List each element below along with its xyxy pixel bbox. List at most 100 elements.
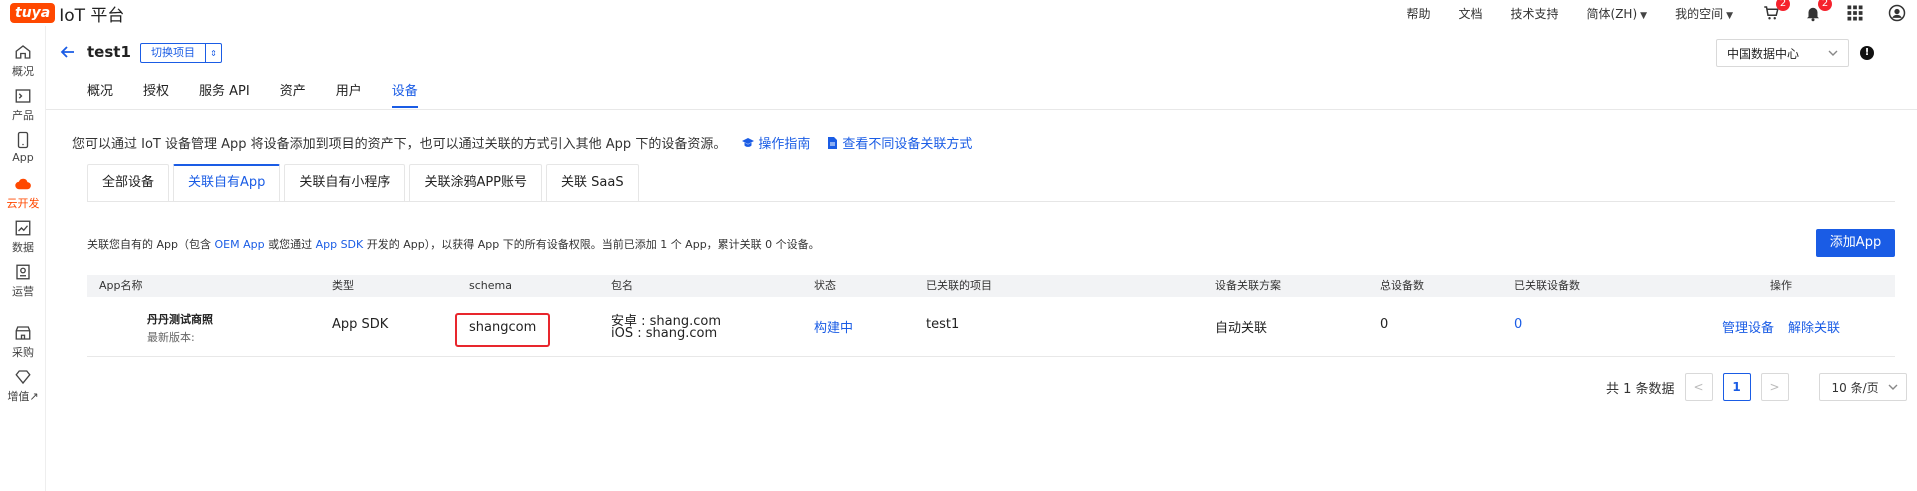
sidebar-item-label: 云开发 [6, 197, 40, 210]
package-ios: iOS : shang.com [611, 326, 718, 341]
app-type: App SDK [332, 317, 389, 332]
subtab-own-app[interactable]: 关联自有App [173, 164, 281, 202]
next-page-button[interactable]: > [1760, 373, 1789, 401]
sidebar-item-purchase[interactable]: 采购 [0, 324, 46, 360]
chart-icon [15, 220, 31, 236]
caret-down-icon: ▼ [1726, 10, 1733, 21]
divider [87, 201, 1895, 202]
sidebar-item-label: 数据 [12, 241, 34, 254]
guide-link-label: 操作指南 [758, 137, 811, 152]
col-actions: 操作 [1770, 279, 1792, 292]
linked-project: test1 [926, 317, 960, 332]
subtab-tuya-app-account[interactable]: 关联涂鸦APP账号 [409, 164, 543, 202]
table-header: App名称 类型 schema 包名 状态 已关联的项目 设备关联方案 总设备数… [87, 275, 1895, 297]
chevron-down-icon [1888, 384, 1898, 390]
prev-page-button[interactable]: < [1684, 373, 1713, 401]
unlink-link[interactable]: 解除关联 [1788, 317, 1840, 336]
my-space-label: 我的空间 [1675, 6, 1724, 21]
sidebar-item-app[interactable]: App [0, 131, 46, 164]
col-status: 状态 [814, 279, 836, 292]
pagination: 共 1 条数据 < 1 > 10 条/页 [1606, 373, 1907, 401]
tab-overview[interactable]: 概况 [87, 80, 113, 108]
region-value: 中国数据中心 [1727, 46, 1800, 61]
top-bar: tuya IoT 平台 帮助 文档 技术支持 简体(ZH) ▼ 我的空间 ▼ 2 2 [0, 0, 1917, 26]
link-scheme: 自动关联 [1215, 321, 1268, 336]
cart-badge: 2 [1776, 0, 1790, 11]
notification-button[interactable]: 2 [1803, 0, 1832, 23]
grid-icon [1847, 5, 1863, 21]
tab-users[interactable]: 用户 [336, 80, 362, 108]
tuya-logo: tuya [10, 3, 56, 23]
col-total-devices: 总设备数 [1380, 279, 1424, 292]
compare-methods-link[interactable]: 查看不同设备关联方式 [826, 133, 972, 152]
tab-devices[interactable]: 设备 [391, 80, 418, 108]
total-count: 共 1 条数据 [1606, 381, 1675, 397]
sidebar-item-cloud-dev[interactable]: 云开发 [0, 175, 46, 211]
manage-devices-link[interactable]: 管理设备 [1722, 317, 1774, 336]
help-link[interactable]: 帮助 [1406, 5, 1430, 22]
switch-project-button[interactable]: 切换项目 ⇕ [140, 43, 222, 63]
badge-icon [16, 264, 30, 280]
own-app-description: 关联您自有的 App（包含 OEM App 或您通过 App SDK 开发的 A… [87, 236, 820, 252]
sidebar-item-label: App [12, 151, 34, 164]
desc-part: 开发的 App），以获得 App 下的所有设备权限。当前已添加 1 个 App，… [363, 238, 820, 251]
apps-button[interactable] [1845, 3, 1865, 23]
sidebar-item-label: 概况 [12, 65, 34, 78]
sidebar-item-label: 产品 [12, 109, 34, 122]
chevron-left-icon: < [1693, 380, 1704, 394]
col-link-scheme: 设备关联方案 [1215, 279, 1281, 292]
info-icon[interactable]: ! [1860, 46, 1874, 60]
chevron-down-icon [1828, 50, 1838, 56]
user-button[interactable] [1887, 3, 1907, 23]
add-app-button[interactable]: 添加App [1816, 229, 1895, 257]
divider [46, 109, 1917, 110]
app-sdk-link[interactable]: App SDK [316, 238, 364, 251]
page-size-value: 10 条/页 [1831, 380, 1879, 395]
docs-link[interactable]: 文档 [1459, 5, 1483, 22]
tab-assets[interactable]: 资产 [280, 80, 306, 108]
desc-part: 或您通过 [264, 238, 316, 251]
linked-devices-count[interactable]: 0 [1514, 317, 1522, 332]
sidebar-item-operation[interactable]: 运营 [0, 263, 46, 299]
col-type: 类型 [332, 279, 354, 292]
cart-button[interactable]: 2 [1761, 0, 1790, 23]
page-1-button[interactable]: 1 [1722, 373, 1751, 401]
user-avatar-icon [1888, 4, 1906, 22]
guide-link[interactable]: 操作指南 [742, 133, 810, 152]
sidebar-item-product[interactable]: 产品 [0, 87, 46, 123]
col-package: 包名 [611, 279, 633, 292]
sidebar-item-overview[interactable]: 概况 [0, 43, 46, 79]
sidebar-item-label: 增值↗ [7, 390, 39, 403]
compare-methods-label: 查看不同设备关联方式 [842, 137, 973, 152]
col-app-name: App名称 [99, 279, 143, 292]
back-arrow-icon[interactable] [60, 44, 76, 60]
col-schema: schema [469, 279, 512, 292]
desc-part: 关联您自有的 App（包含 [87, 238, 215, 251]
table-row: 丹丹测试商照 最新版本: App SDK shangcom 安卓 : shang… [87, 297, 1895, 357]
chevron-updown-icon: ⇕ [205, 44, 221, 62]
app-status[interactable]: 构建中 [814, 317, 853, 336]
switch-project-label: 切换项目 [151, 46, 195, 59]
graduation-cap-icon [742, 137, 755, 147]
sidebar-item-data[interactable]: 数据 [0, 219, 46, 255]
sidebar-item-label: 运营 [12, 285, 34, 298]
subtab-saas[interactable]: 关联 SaaS [546, 164, 639, 202]
logo[interactable]: tuya IoT 平台 [10, 2, 124, 26]
my-space-menu[interactable]: 我的空间 ▼ [1675, 5, 1733, 22]
page-size-select[interactable]: 10 条/页 [1818, 373, 1907, 401]
app-name: 丹丹测试商照 [147, 313, 213, 326]
project-tabs: 概况 授权 服务 API 资产 用户 设备 [87, 80, 448, 108]
sidebar-item-value-added[interactable]: 增值↗ [0, 368, 46, 404]
caret-down-icon: ▼ [1640, 10, 1648, 21]
region-select[interactable]: 中国数据中心 [1716, 39, 1849, 67]
subtab-all-devices[interactable]: 全部设备 [87, 164, 170, 202]
oem-app-link[interactable]: OEM App [214, 238, 264, 251]
cloud-icon [15, 178, 31, 190]
chevron-right-icon: > [1769, 380, 1780, 394]
tab-service-api[interactable]: 服务 API [199, 80, 250, 108]
diamond-icon [15, 370, 31, 385]
support-link[interactable]: 技术支持 [1511, 5, 1559, 22]
subtab-own-miniprogram[interactable]: 关联自有小程序 [284, 164, 406, 202]
tab-authorization[interactable]: 授权 [143, 80, 169, 108]
language-select[interactable]: 简体(ZH) ▼ [1587, 5, 1648, 22]
